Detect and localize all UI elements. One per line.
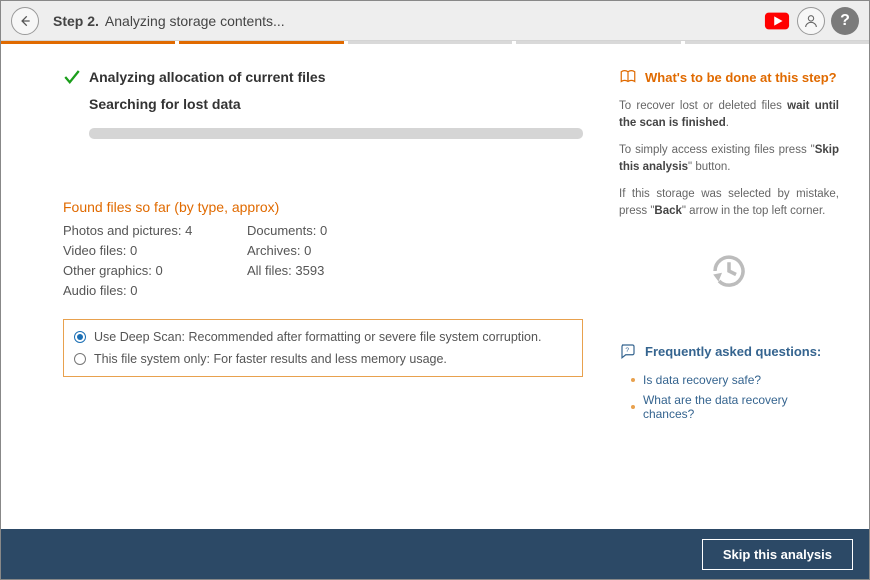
option-fs-only[interactable]: This file system only: For faster result… [74, 348, 572, 370]
back-button[interactable] [11, 7, 39, 35]
help-button[interactable]: ? [831, 7, 859, 35]
found-col-1: Photos and pictures: 4 Video files: 0 Ot… [63, 221, 247, 301]
youtube-icon [764, 11, 790, 31]
book-icon [619, 68, 637, 86]
count-photos: Photos and pictures: 4 [63, 221, 247, 241]
help-p1: To recover lost or deleted files wait un… [619, 98, 839, 132]
footer-bar: Skip this analysis [1, 529, 869, 579]
header-bar: Step 2. Analyzing storage contents... ? [1, 1, 869, 41]
status-completed: Analyzing allocation of current files [63, 68, 609, 86]
chat-question-icon: ? [619, 342, 637, 360]
step-number: Step 2. [53, 13, 99, 29]
option-fs-only-label: This file system only: For faster result… [94, 352, 447, 366]
count-documents: Documents: 0 [247, 221, 431, 241]
help-heading: What's to be done at this step? [619, 68, 839, 86]
check-icon [63, 68, 81, 86]
question-mark-icon: ? [840, 12, 850, 30]
count-audio: Audio files: 0 [63, 281, 247, 301]
youtube-button[interactable] [763, 7, 791, 35]
count-graphics: Other graphics: 0 [63, 261, 247, 281]
scan-mode-group: Use Deep Scan: Recommended after formatt… [63, 319, 583, 377]
option-deep-scan-label: Use Deep Scan: Recommended after formatt… [94, 330, 541, 344]
status-completed-label: Analyzing allocation of current files [89, 69, 325, 85]
page-title: Step 2. Analyzing storage contents... [53, 13, 285, 29]
radio-icon [74, 331, 86, 343]
help-p2: To simply access existing files press "S… [619, 142, 839, 176]
faq-link-safety[interactable]: Is data recovery safe? [631, 370, 839, 390]
step-subtitle: Analyzing storage contents... [105, 13, 285, 29]
radio-icon [74, 353, 86, 365]
user-icon [803, 13, 819, 29]
history-clock-icon [708, 250, 750, 292]
found-col-2: Documents: 0 Archives: 0 All files: 3593 [247, 221, 431, 301]
found-table: Photos and pictures: 4 Video files: 0 Ot… [63, 221, 609, 301]
svg-text:?: ? [625, 347, 629, 354]
scan-progress-indeterminate [89, 128, 583, 139]
waiting-indicator [619, 230, 839, 342]
help-panel: What's to be done at this step? To recov… [609, 44, 853, 529]
count-all: All files: 3593 [247, 261, 431, 281]
faq-link-chances[interactable]: What are the data recovery chances? [631, 390, 839, 424]
found-heading: Found files so far (by type, approx) [63, 199, 609, 215]
account-button[interactable] [797, 7, 825, 35]
count-archives: Archives: 0 [247, 241, 431, 261]
help-title: What's to be done at this step? [645, 70, 837, 85]
skip-analysis-button[interactable]: Skip this analysis [702, 539, 853, 570]
faq-heading: ? Frequently asked questions: [619, 342, 839, 360]
status-in-progress: Searching for lost data [89, 96, 609, 112]
help-p3: If this storage was selected by mistake,… [619, 186, 839, 220]
count-video: Video files: 0 [63, 241, 247, 261]
main-panel: Analyzing allocation of current files Se… [1, 44, 609, 529]
arrow-left-icon [18, 14, 32, 28]
option-deep-scan[interactable]: Use Deep Scan: Recommended after formatt… [74, 326, 572, 348]
faq-title: Frequently asked questions: [645, 344, 821, 359]
